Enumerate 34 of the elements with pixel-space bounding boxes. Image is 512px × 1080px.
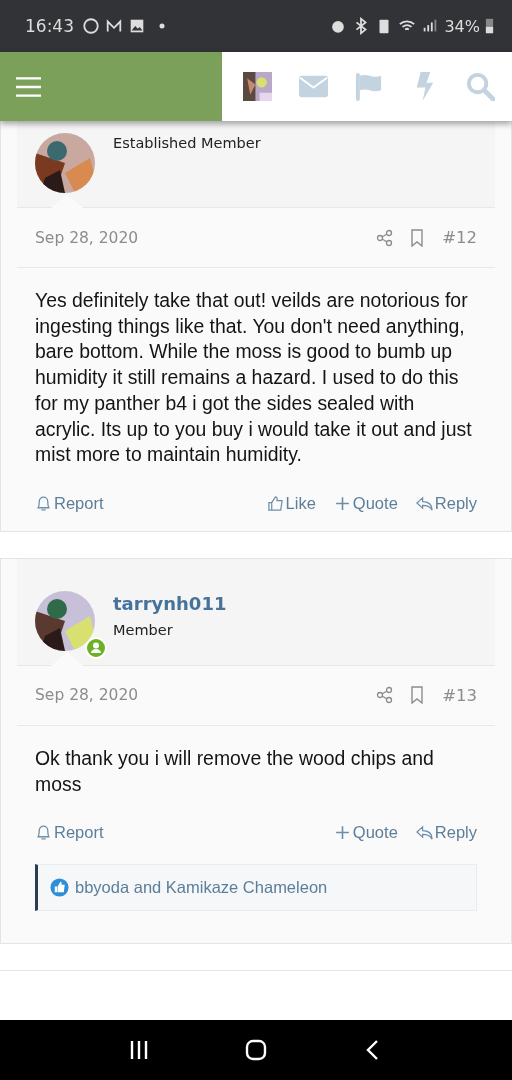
dot-icon — [159, 23, 165, 29]
username-link[interactable]: tarrynh011 — [113, 592, 227, 614]
user-title: Established Member — [113, 135, 261, 151]
plus-icon — [333, 824, 351, 842]
menu-icon[interactable] — [15, 75, 42, 98]
clock: 16:43 — [25, 16, 74, 36]
post-date[interactable]: Sep 28, 2020 — [35, 228, 363, 247]
share-icon[interactable] — [376, 686, 395, 705]
report-link[interactable]: Report — [35, 493, 104, 513]
share-icon[interactable] — [376, 228, 395, 247]
like-link[interactable]: Like — [266, 493, 316, 513]
home-icon[interactable] — [245, 1039, 267, 1061]
post-date[interactable]: Sep 28, 2020 — [35, 686, 363, 705]
bell-icon — [35, 494, 52, 512]
bell-icon — [35, 824, 52, 842]
reply-icon — [415, 824, 433, 842]
quote-link[interactable]: Quote — [333, 823, 398, 843]
reactions-link[interactable]: bbyoda and Kamikaze Chameleon — [75, 878, 328, 898]
reply-link[interactable]: Reply — [415, 493, 477, 513]
post-message: Ok thank you i will remove the wood chips and moss — [34, 745, 435, 797]
reply-icon — [415, 494, 433, 512]
battery-icon — [485, 17, 494, 35]
post-message: Yes definitely take that out! veilds are notorious for ingesting things like that. You don't need anything, bare bottom. While the moss is good to bumb up humidity it still remains a hazard. I used to do this for my panther b4 i got the sides sealed with acrylic. Its up to you buy i would take it out and just mist more to maintain humidity. — [34, 288, 473, 468]
image-icon — [128, 17, 146, 35]
battery-percentage: 34% — [444, 16, 480, 36]
user-title: Member — [113, 621, 174, 638]
thumbs-up-icon — [266, 494, 284, 512]
post-number[interactable]: #13 — [442, 685, 477, 705]
post-number[interactable]: #12 — [442, 228, 477, 247]
report-link[interactable]: Report — [35, 823, 104, 843]
quote-link[interactable]: Quote — [333, 493, 398, 513]
like-icon — [50, 878, 69, 898]
reply-link[interactable]: Reply — [415, 823, 477, 843]
plus-icon — [333, 494, 351, 512]
